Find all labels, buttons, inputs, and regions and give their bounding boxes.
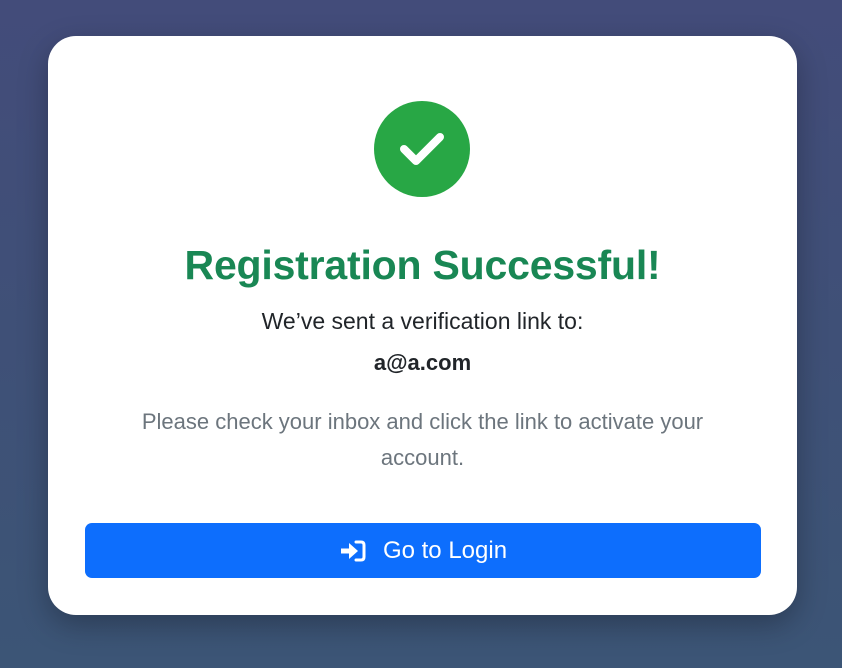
page-title: Registration Successful! [184,242,661,288]
sign-in-icon [339,539,367,563]
verification-sent-text: We’ve sent a verification link to: [261,308,584,334]
registration-success-card: Registration Successful! We’ve sent a ve… [48,36,797,615]
check-icon [374,101,470,197]
email-address: a@a.com [373,350,472,375]
instructions-text: Please check your inbox and click the li… [141,409,704,470]
go-to-login-button[interactable]: Go to Login [85,523,761,578]
go-to-login-label: Go to Login [382,536,508,564]
